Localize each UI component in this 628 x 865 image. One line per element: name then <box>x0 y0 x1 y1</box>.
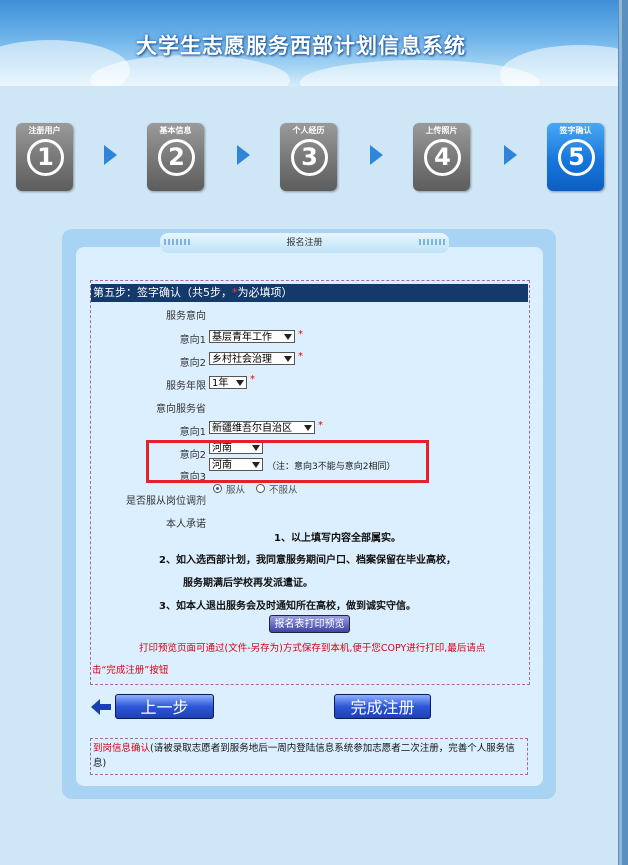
panel-tab-title: 报名注册 <box>286 238 323 248</box>
highlight-box <box>146 440 429 483</box>
adjust-no-radio[interactable] <box>256 484 265 493</box>
adjust-label: 是否服从岗位调剂 <box>126 496 206 507</box>
print-preview-button[interactable]: 报名表打印预览 <box>269 615 350 633</box>
intent1-value: 基层青年工作 <box>212 332 272 343</box>
province1-value: 新疆维吾尔自治区 <box>212 423 292 434</box>
header-banner: 大学生志愿服务西部计划信息系统 <box>0 0 618 86</box>
intent2-select[interactable]: 乡村社会治理 <box>209 352 295 365</box>
province1-label: 意向1 <box>179 427 206 438</box>
chevron-down-icon <box>304 425 312 431</box>
intent2-label: 意向2 <box>179 358 206 369</box>
step-5-sign-confirm: 签字确认 5 <box>547 123 604 191</box>
cloud-decoration <box>500 45 618 86</box>
header-text: 为必填项） <box>237 286 293 299</box>
adjust-no-label: 不服从 <box>269 485 298 496</box>
step-1-register: 注册用户 1 <box>16 123 73 191</box>
service-intent-label: 服务意向 <box>166 311 206 322</box>
step-label: 上传照片 <box>425 126 458 135</box>
step-label: 签字确认 <box>559 126 592 135</box>
step-number: 2 <box>158 139 195 176</box>
service-years-label: 服务年限 <box>166 381 206 392</box>
finish-registration-button[interactable]: 完成注册 <box>334 694 431 719</box>
step-label: 个人经历 <box>292 126 325 135</box>
promise-line-1: 1、以上填写内容全部属实。 <box>274 533 401 544</box>
step-arrow-icon <box>104 145 117 165</box>
info-text: (请被录取志愿者到服务地后一周内登陆信息系统参加志愿者二次注册，完善个人服务信息… <box>93 743 515 769</box>
adjust-yes-label: 服从 <box>226 485 246 496</box>
intent1-label: 意向1 <box>179 335 206 346</box>
intent2-value: 乡村社会治理 <box>212 354 272 365</box>
header-text: 第五步：签字确认（共5步， <box>93 286 232 299</box>
promise-line-3: 服务期满后学校再发派遣证。 <box>183 578 313 589</box>
print-note-line-1: 打印预览页面可通过(文件-另存为)方式保存到本机,便于您COPY进行打印,最后请… <box>139 643 486 654</box>
step-number: 5 <box>558 139 595 176</box>
prev-step-button[interactable]: 上一步 <box>115 694 214 719</box>
chevron-down-icon <box>284 334 292 340</box>
step-label: 注册用户 <box>28 126 61 135</box>
tab-grip-icon <box>164 239 190 245</box>
service-years-select[interactable]: 1年 <box>209 376 247 389</box>
required-star: * <box>318 420 323 431</box>
step-number: 3 <box>291 139 328 176</box>
back-arrow-icon[interactable] <box>91 699 111 715</box>
right-edge-highlight <box>619 0 622 865</box>
promise-line-2: 2、如入选西部计划，我同意服务期间户口、档案保留在毕业高校， <box>159 555 456 566</box>
province1-select[interactable]: 新疆维吾尔自治区 <box>209 421 315 434</box>
required-star: * <box>298 329 303 340</box>
panel-tab: 报名注册 <box>160 233 449 253</box>
step-label: 基本信息 <box>159 126 192 135</box>
form-step-header: 第五步：签字确认（共5步，*为必填项） <box>91 284 528 302</box>
step-number: 1 <box>27 139 64 176</box>
info-highlight: 到岗信息确认 <box>93 743 151 754</box>
step-arrow-icon <box>504 145 517 165</box>
promise-label: 本人承诺 <box>166 519 206 530</box>
step-arrow-icon <box>237 145 250 165</box>
step-4-upload-photo: 上传照片 4 <box>413 123 470 191</box>
step-number: 4 <box>424 139 461 176</box>
promise-line-4: 3、如本人退出服务会及时通知所在高校，做到诚实守信。 <box>159 601 416 612</box>
step-3-experience: 个人经历 3 <box>280 123 337 191</box>
required-star: * <box>298 351 303 362</box>
required-star: * <box>250 374 255 385</box>
chevron-down-icon <box>284 356 292 362</box>
service-years-value: 1年 <box>212 378 229 389</box>
onboarding-info-box: 到岗信息确认(请被录取志愿者到服务地后一周内登陆信息系统参加志愿者二次注册，完善… <box>90 738 528 775</box>
step-2-basic-info: 基本信息 2 <box>147 123 204 191</box>
province-intent-label: 意向服务省 <box>156 404 206 415</box>
system-title: 大学生志愿服务西部计划信息系统 <box>136 34 466 58</box>
chevron-down-icon <box>236 380 244 386</box>
intent1-select[interactable]: 基层青年工作 <box>209 330 295 343</box>
step-arrow-icon <box>370 145 383 165</box>
tab-grip-icon <box>419 239 445 245</box>
adjust-yes-radio[interactable] <box>213 484 222 493</box>
print-note-line-2: 击“完成注册”按钮 <box>92 665 169 676</box>
